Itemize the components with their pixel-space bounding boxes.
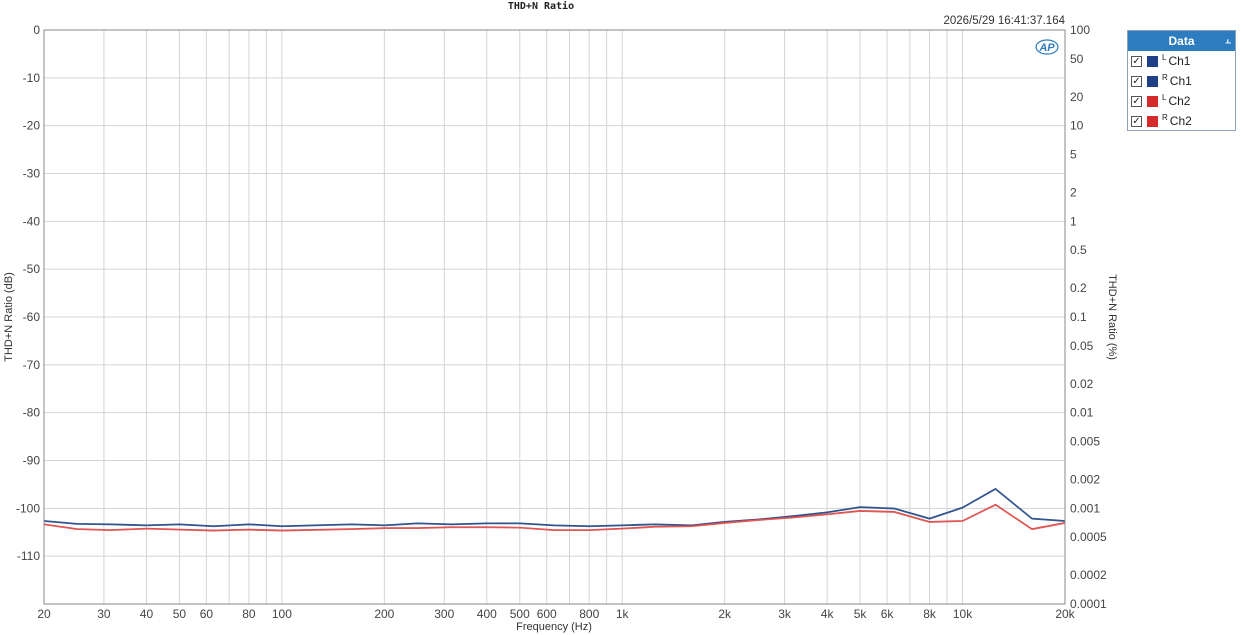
legend-label: Ch1 bbox=[1168, 54, 1191, 68]
y-tick-label-right: 20 bbox=[1070, 90, 1084, 104]
legend-checkbox[interactable]: ✓ bbox=[1131, 75, 1142, 87]
legend-channel: L bbox=[1162, 92, 1167, 102]
x-tick-label: 3k bbox=[778, 607, 792, 621]
series-layer bbox=[43, 487, 1066, 532]
x-tick-label: 20 bbox=[37, 607, 51, 621]
y-tick-label-left: -90 bbox=[23, 454, 41, 468]
x-tick-label: 800 bbox=[579, 607, 599, 621]
grid bbox=[43, 29, 1066, 604]
y-axis-left-label: THD+N Ratio (dB) bbox=[3, 272, 15, 362]
y-tick-label-left: -70 bbox=[23, 358, 41, 372]
y-axis-right-label: THD+N Ratio (%) bbox=[1106, 274, 1118, 360]
y-tick-label-right: 0.05 bbox=[1070, 339, 1094, 353]
legend-swatch bbox=[1147, 115, 1158, 127]
y-tick-label-right: 0.001 bbox=[1070, 501, 1100, 515]
y-tick-label-left: -100 bbox=[16, 501, 40, 515]
series-line-l-ch1 bbox=[43, 487, 1066, 527]
x-tick-label: 80 bbox=[242, 607, 256, 621]
y-tick-label-left: -60 bbox=[23, 310, 41, 324]
legend-checkbox[interactable]: ✓ bbox=[1131, 95, 1142, 107]
legend-checkbox[interactable]: ✓ bbox=[1131, 55, 1142, 67]
x-axis: 20 30 40 50 60 80 100 200 300 400 500 600 800 1k 2k 3k 4… bbox=[37, 607, 1075, 621]
legend-label: Ch1 bbox=[1169, 74, 1192, 88]
y-tick-label-right: 100 bbox=[1070, 23, 1090, 37]
timestamp: 2026/5/29 16:41:37.164 bbox=[943, 15, 1065, 27]
y-tick-label-right: 0.01 bbox=[1070, 406, 1094, 420]
x-tick-label: 8k bbox=[923, 607, 937, 621]
y-tick-label-right: 50 bbox=[1070, 52, 1084, 66]
y-tick-label-left: -20 bbox=[23, 119, 41, 133]
x-tick-label: 6k bbox=[881, 607, 895, 621]
legend-channel: L bbox=[1162, 52, 1167, 62]
x-tick-label: 400 bbox=[477, 607, 497, 621]
x-tick-label: 10k bbox=[953, 607, 973, 621]
ap-logo-text: AP bbox=[1038, 42, 1055, 54]
legend-label: Ch2 bbox=[1169, 114, 1192, 128]
legend-item[interactable]: ✓ L Ch2 bbox=[1128, 91, 1235, 111]
x-tick-label: 100 bbox=[272, 607, 292, 621]
y-axis-left: 0 -10 -20 -30 -40 -50 -60 -70 -80 -90 -100 -110 bbox=[16, 23, 40, 563]
legend-swatch bbox=[1147, 55, 1158, 67]
y-tick-label-right: 0.5 bbox=[1070, 243, 1087, 257]
legend-item[interactable]: ✓ R Ch2 bbox=[1128, 111, 1235, 131]
y-axis-right: 100 50 20 10 5 2 1 0.5 0.2 0.1 0.05 0.02 0.01 0.005 0.… bbox=[1070, 23, 1107, 611]
legend-label: Ch2 bbox=[1168, 94, 1191, 108]
x-tick-label: 30 bbox=[97, 607, 111, 621]
legend-item[interactable]: ✓ R Ch1 bbox=[1128, 71, 1235, 91]
pin-icon[interactable]: ⫠ bbox=[1225, 31, 1231, 51]
legend-item[interactable]: ✓ L Ch1 bbox=[1128, 51, 1235, 71]
x-tick-label: 4k bbox=[821, 607, 835, 621]
y-tick-label-right: 0.1 bbox=[1070, 310, 1087, 324]
chart-title: THD+N Ratio bbox=[508, 0, 574, 12]
x-tick-label: 600 bbox=[537, 607, 557, 621]
y-tick-label-left: 0 bbox=[33, 23, 40, 37]
legend-channel: R bbox=[1162, 72, 1168, 82]
legend-checkbox[interactable]: ✓ bbox=[1131, 115, 1142, 127]
x-tick-label: 300 bbox=[434, 607, 454, 621]
x-tick-label: 5k bbox=[854, 607, 868, 621]
y-tick-label-right: 1 bbox=[1070, 214, 1077, 228]
y-tick-label-right: 0.002 bbox=[1070, 473, 1100, 487]
y-tick-label-left: -110 bbox=[17, 549, 40, 563]
y-tick-label-right: 0.0002 bbox=[1070, 568, 1107, 582]
y-tick-label-right: 5 bbox=[1070, 147, 1077, 161]
x-tick-label: 2k bbox=[718, 607, 732, 621]
y-tick-label-right: 0.0001 bbox=[1070, 597, 1107, 611]
y-tick-label-right: 0.2 bbox=[1070, 281, 1087, 295]
x-tick-label: 50 bbox=[173, 607, 187, 621]
legend-panel: Data ⫠ ✓ L Ch1 ✓ R Ch1 ✓ L Ch2 ✓ R Ch2 bbox=[1127, 30, 1236, 131]
legend-swatch bbox=[1147, 75, 1158, 87]
y-tick-label-left: -40 bbox=[23, 214, 41, 228]
x-axis-label: Frequency (Hz) bbox=[516, 621, 592, 633]
legend-rows: ✓ L Ch1 ✓ R Ch1 ✓ L Ch2 ✓ R Ch2 bbox=[1128, 51, 1235, 131]
ap-logo-icon: AP bbox=[1035, 39, 1059, 55]
y-tick-label-right: 0.0005 bbox=[1070, 530, 1107, 544]
x-tick-label: 500 bbox=[510, 607, 530, 621]
y-tick-label-right: 0.02 bbox=[1070, 377, 1094, 391]
legend-header: Data ⫠ bbox=[1128, 31, 1235, 51]
legend-channel: R bbox=[1162, 112, 1168, 122]
x-tick-label: 20k bbox=[1055, 607, 1075, 621]
y-tick-label-left: -80 bbox=[23, 406, 41, 420]
x-tick-label: 200 bbox=[374, 607, 394, 621]
series-line-r-ch2 bbox=[43, 504, 1066, 532]
y-tick-label-right: 0.005 bbox=[1070, 434, 1100, 448]
x-tick-label: 60 bbox=[200, 607, 214, 621]
y-tick-label-right: 10 bbox=[1070, 119, 1084, 133]
y-tick-label-left: -10 bbox=[23, 71, 41, 85]
y-tick-label-left: -50 bbox=[23, 262, 41, 276]
y-tick-label-left: -30 bbox=[23, 167, 41, 181]
y-tick-label-right: 2 bbox=[1070, 186, 1077, 200]
thdn-chart: THD+N Ratio 2026/5/29 16:41:37.164 0 -10 -… bbox=[3, 0, 1118, 633]
legend-title: Data bbox=[1168, 34, 1195, 48]
legend-swatch bbox=[1147, 95, 1158, 107]
x-tick-label: 40 bbox=[140, 607, 154, 621]
x-tick-label: 1k bbox=[616, 607, 630, 621]
